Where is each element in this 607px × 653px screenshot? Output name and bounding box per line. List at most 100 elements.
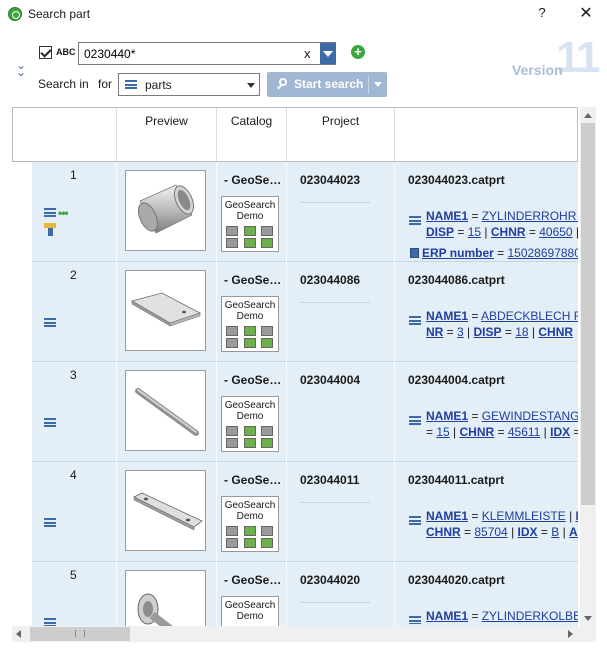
table-row[interactable]: 4 - GeoSe… GeoSearch Demo 023044011 0230…: [32, 462, 578, 562]
attr-key[interactable]: NAME1: [426, 309, 468, 323]
table-row[interactable]: 2 - GeoSe… GeoSearch Demo 023044086 0230…: [32, 262, 578, 362]
row-menu-icon[interactable]: [44, 418, 56, 427]
attr-value[interactable]: 40650: [539, 225, 572, 239]
table-row[interactable]: 1 ••• - GeoSe… GeoSearch Demo 023044023 …: [32, 162, 578, 262]
attr-key[interactable]: CHNR: [538, 325, 573, 339]
file-name[interactable]: 023044011.catprt: [408, 473, 504, 487]
start-search-dropdown[interactable]: [374, 82, 382, 87]
file-name[interactable]: 023044086.catprt: [408, 273, 505, 287]
attr-key[interactable]: DISP: [474, 325, 502, 339]
attr-value[interactable]: 45611: [508, 425, 540, 439]
row-menu-icon[interactable]: [44, 318, 56, 327]
part-preview-image[interactable]: [125, 470, 206, 551]
project-number: 023044004: [300, 373, 361, 387]
catalog-name[interactable]: - GeoSe…: [224, 273, 284, 287]
more-dots-icon[interactable]: •••: [58, 206, 69, 220]
attribute-menu-icon[interactable]: [409, 516, 421, 525]
attr-value[interactable]: ZYLINDERROHR D...: [482, 209, 578, 223]
row-menu-icon[interactable]: [44, 518, 56, 527]
attr-key[interactable]: IDX: [518, 525, 538, 539]
horizontal-scroll-thumb[interactable]: [30, 627, 130, 641]
scroll-left-icon[interactable]: [16, 630, 21, 638]
catalog-logo: GeoSearch Demo: [221, 596, 279, 626]
attribute-menu-icon[interactable]: [409, 316, 421, 325]
attribute-menu-icon[interactable]: [409, 416, 421, 425]
column-header-details[interactable]: [395, 108, 577, 161]
attribute-menu-icon[interactable]: [409, 216, 421, 225]
results-grid: Preview Catalog Project 1 ••• - GeoSe… G…: [12, 107, 578, 626]
for-label: for: [98, 77, 113, 91]
part-preview-image[interactable]: [125, 370, 206, 451]
part-preview-image[interactable]: [125, 570, 206, 626]
search-history-dropdown[interactable]: [320, 43, 336, 64]
attr-key[interactable]: ERP number: [422, 246, 494, 260]
part-preview-image[interactable]: [125, 170, 206, 251]
catalog-name[interactable]: - GeoSe…: [224, 373, 284, 387]
catalog-name[interactable]: - GeoSe…: [224, 573, 284, 587]
attr-key[interactable]: AB: [569, 525, 578, 539]
catalog-logo-text: GeoSearch Demo: [224, 400, 276, 422]
attr-value[interactable]: GEWINDESTANGE: [482, 409, 578, 423]
attr-key[interactable]: CHNR: [491, 225, 526, 239]
attr-key[interactable]: NAME1: [426, 209, 468, 223]
attr-key[interactable]: NR: [426, 325, 443, 339]
vertical-scrollbar[interactable]: [580, 107, 596, 626]
scroll-corner: [580, 626, 596, 642]
attr-value[interactable]: 18: [515, 325, 528, 339]
column-header-catalog[interactable]: Catalog: [217, 108, 287, 161]
search-field[interactable]: x: [78, 42, 336, 65]
attr-value[interactable]: 85704: [474, 525, 507, 539]
attr-value[interactable]: 15028697880: [507, 246, 578, 260]
search-scope-select[interactable]: parts: [118, 73, 260, 96]
project-number: 023044023: [300, 173, 361, 187]
attr-key[interactable]: DISP: [426, 225, 454, 239]
catalog-name[interactable]: - GeoSe…: [224, 173, 284, 187]
horizontal-scrollbar[interactable]: [12, 626, 580, 642]
attr-value[interactable]: 15: [436, 425, 449, 439]
part-preview-image[interactable]: [125, 270, 206, 351]
scroll-up-icon[interactable]: [584, 113, 592, 118]
attr-value[interactable]: ZYLINDERKOLBEN: [482, 609, 578, 623]
scroll-down-icon[interactable]: [584, 616, 592, 621]
column-header-preview[interactable]: Preview: [117, 108, 217, 161]
tag-icon[interactable]: [44, 223, 57, 236]
row-menu-icon[interactable]: [44, 618, 56, 626]
attr-value[interactable]: KLEMMLEISTE: [482, 509, 566, 523]
file-name[interactable]: 023044020.catprt: [408, 573, 505, 587]
table-row[interactable]: 3 - GeoSe… GeoSearch Demo 023044004 0230…: [32, 362, 578, 462]
scroll-right-icon[interactable]: [568, 630, 573, 638]
start-search-button[interactable]: Start search: [267, 72, 387, 97]
catalog-logo-text: GeoSearch Demo: [224, 600, 276, 622]
help-button[interactable]: ?: [534, 5, 550, 23]
attr-value[interactable]: B: [551, 525, 559, 539]
collapse-chevron-icon[interactable]: ⌄ ⌄: [16, 59, 26, 78]
attr-value[interactable]: ABDECKBLECH F. A: [481, 309, 578, 323]
column-header-actions[interactable]: [13, 108, 117, 161]
start-search-label: Start search: [294, 77, 364, 91]
attr-key[interactable]: NAME1: [426, 509, 468, 523]
project-number: 023044086: [300, 273, 361, 287]
attr-key[interactable]: NAME1: [426, 609, 468, 623]
catalog-logo: GeoSearch Demo: [221, 396, 279, 452]
search-scope-value: parts: [145, 78, 172, 92]
attribute-menu-icon[interactable]: [409, 616, 421, 624]
add-search-button[interactable]: +: [351, 45, 365, 59]
file-name[interactable]: 023044004.catprt: [408, 373, 505, 387]
attr-key[interactable]: IDX: [550, 425, 570, 439]
attr-key[interactable]: MI: [576, 509, 578, 523]
file-name[interactable]: 023044023.catprt: [408, 173, 505, 187]
search-input[interactable]: [84, 46, 294, 61]
vertical-scroll-thumb[interactable]: [581, 123, 595, 505]
attr-key[interactable]: CHNR: [426, 525, 461, 539]
close-button[interactable]: ✕: [576, 3, 596, 23]
attr-value[interactable]: 15: [468, 225, 481, 239]
table-row[interactable]: 5 - GeoSe… GeoSearch Demo 023044020 0230…: [32, 562, 578, 626]
abc-checkbox[interactable]: [39, 46, 52, 59]
attr-key[interactable]: CHNR: [460, 425, 495, 439]
column-header-project[interactable]: Project: [287, 108, 395, 161]
attr-value[interactable]: 3: [457, 325, 464, 339]
catalog-name[interactable]: - GeoSe…: [224, 473, 284, 487]
attr-key[interactable]: NAME1: [426, 409, 468, 423]
clear-search-button[interactable]: x: [304, 46, 311, 61]
row-menu-icon[interactable]: [44, 208, 56, 217]
